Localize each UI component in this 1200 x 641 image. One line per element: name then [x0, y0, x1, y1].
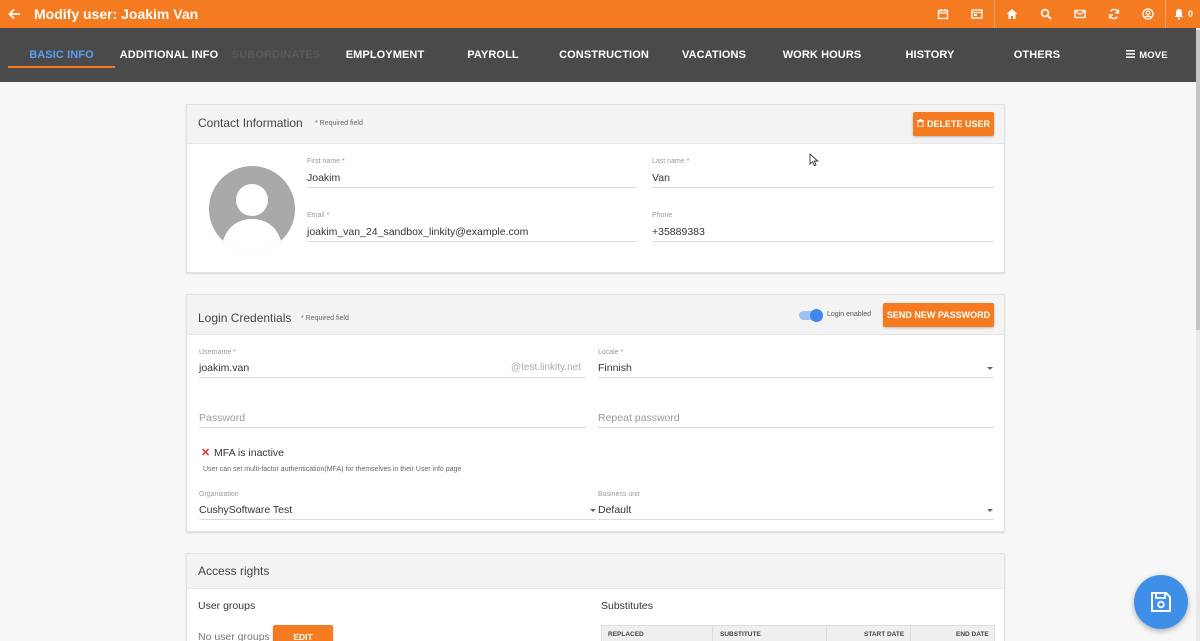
login-enabled-label: Login enabled — [827, 311, 871, 318]
organization-select[interactable]: CushySoftware Test — [199, 504, 292, 516]
email-underline — [307, 241, 637, 242]
contact-information-card: Contact Information * Required field DEL… — [186, 104, 1005, 273]
column-divider — [910, 626, 911, 641]
column-header-substitute[interactable]: SUBSTITUTE — [720, 631, 761, 638]
card-header: Contact Information * Required field DEL… — [187, 105, 1004, 144]
card-title: Contact Information — [198, 116, 303, 130]
home-icon[interactable] — [995, 0, 1029, 28]
column-divider — [826, 626, 827, 641]
phone-label: Phone — [652, 212, 673, 219]
last-name-field[interactable]: Van — [652, 172, 670, 184]
last-name-label: Last name * — [652, 158, 690, 165]
notification-count: 0 — [1187, 9, 1193, 19]
email-field[interactable]: joakim_van_24_sandbox_linkity@example.co… — [307, 226, 528, 238]
username-label: Username * — [199, 349, 236, 356]
business-unit-label: Business unit — [598, 491, 640, 498]
first-name-field[interactable]: Joakim — [307, 172, 340, 184]
organization-underline — [199, 519, 596, 520]
locale-select[interactable]: Finnish — [598, 362, 632, 374]
login-enabled-toggle[interactable] — [799, 309, 823, 322]
business-unit-chevron-down-icon[interactable] — [987, 509, 993, 512]
save-button[interactable] — [1134, 575, 1188, 629]
column-divider — [712, 626, 713, 641]
mfa-help-text: User can set multi-factor authentication… — [203, 466, 462, 473]
bell-icon — [1174, 9, 1184, 20]
locale-chevron-down-icon[interactable] — [987, 367, 993, 370]
column-header-start-date[interactable]: START DATE — [864, 631, 904, 638]
required-note: * Required field — [315, 120, 363, 127]
tab-vacations[interactable]: VACATIONS — [674, 28, 754, 82]
tab-others[interactable]: OTHERS — [1002, 28, 1072, 82]
search-icon[interactable] — [1029, 0, 1063, 28]
access-rights-card: Access rights User groups No user groups… — [186, 553, 1005, 641]
substitutes-label: Substitutes — [601, 600, 653, 612]
mail-icon[interactable] — [1063, 0, 1097, 28]
close-icon: ✕ — [201, 447, 211, 459]
phone-underline — [652, 241, 994, 242]
organization-label: Organization — [199, 491, 239, 498]
tab-payroll[interactable]: PAYROLL — [453, 28, 533, 82]
repeat-password-input[interactable]: Repeat password — [598, 412, 680, 424]
edit-user-groups-button[interactable]: EDIT — [273, 625, 333, 641]
top-icons: 0 — [926, 0, 1200, 28]
card-title: Login Credentials — [198, 311, 292, 325]
first-name-label: First name * — [307, 158, 345, 165]
locale-label: Locale * — [598, 349, 624, 356]
no-user-groups-text: No user groups — [198, 631, 270, 641]
move-label: MOVE — [1139, 49, 1168, 61]
column-header-end-date[interactable]: END DATE — [956, 631, 989, 638]
tab-construction[interactable]: CONSTRUCTION — [554, 28, 654, 82]
password-underline — [199, 427, 586, 428]
move-button[interactable]: MOVE — [1122, 28, 1172, 82]
user-circle-icon[interactable] — [1131, 0, 1165, 28]
notifications-button[interactable]: 0 — [1166, 0, 1200, 28]
page-title: Modify user: Joakim Van — [34, 6, 199, 22]
calendar-icon[interactable] — [926, 0, 960, 28]
mfa-status: MFA is inactive — [214, 447, 285, 459]
tab-history[interactable]: HISTORY — [895, 28, 965, 82]
login-credentials-card: Login Credentials * Required field Login… — [186, 294, 1005, 532]
organization-chevron-down-icon[interactable] — [590, 509, 596, 512]
delete-user-label: DELETE USER — [926, 119, 990, 129]
tab-additional-info[interactable]: ADDITIONAL INFO — [118, 28, 220, 82]
toggle-knob — [810, 309, 823, 322]
window-icon[interactable] — [960, 0, 994, 28]
card-header: Access rights — [187, 554, 1004, 589]
column-header-replaced[interactable]: REPLACED — [608, 631, 644, 638]
tab-subordinates[interactable]: SUBORDINATES — [225, 28, 327, 82]
first-name-underline — [307, 187, 637, 188]
locale-underline — [598, 377, 994, 378]
scrollbar-thumb[interactable] — [1196, 30, 1200, 330]
tab-basic-info[interactable]: BASIC INFO — [8, 28, 115, 82]
save-icon — [1151, 592, 1171, 612]
trash-icon — [916, 119, 924, 129]
email-label: Email * — [307, 212, 330, 219]
avatar[interactable] — [209, 166, 295, 252]
send-new-password-button[interactable]: SEND NEW PASSWORD — [883, 303, 994, 327]
sync-icon[interactable] — [1097, 0, 1131, 28]
tab-bar: BASIC INFO ADDITIONAL INFO SUBORDINATES … — [0, 28, 1196, 82]
card-header: Login Credentials * Required field Login… — [187, 295, 1004, 335]
active-tab-indicator — [8, 66, 115, 68]
repeat-password-underline — [598, 427, 994, 428]
business-unit-underline — [598, 519, 994, 520]
top-bar: Modify user: Joakim Van 0 — [0, 0, 1200, 28]
tab-work-hours[interactable]: WORK HOURS — [777, 28, 867, 82]
username-field[interactable]: joakim.van — [199, 362, 249, 374]
menu-icon — [1126, 49, 1136, 61]
user-groups-label: User groups — [198, 600, 256, 612]
domain-suffix: @test.linkity.net — [511, 362, 581, 373]
card-title: Access rights — [198, 564, 270, 578]
username-underline — [199, 377, 586, 378]
required-note: * Required field — [301, 315, 349, 322]
tab-employment[interactable]: EMPLOYMENT — [335, 28, 435, 82]
substitutes-table-header: REPLACED SUBSTITUTE START DATE END DATE — [601, 625, 995, 641]
back-arrow-icon[interactable] — [0, 0, 28, 28]
phone-field[interactable]: +35889383 — [652, 226, 705, 238]
mouse-cursor-icon — [809, 152, 819, 172]
business-unit-select[interactable]: Default — [598, 504, 631, 516]
last-name-underline — [652, 187, 994, 188]
password-input[interactable]: Password — [199, 412, 245, 424]
delete-user-button[interactable]: DELETE USER — [913, 112, 994, 136]
